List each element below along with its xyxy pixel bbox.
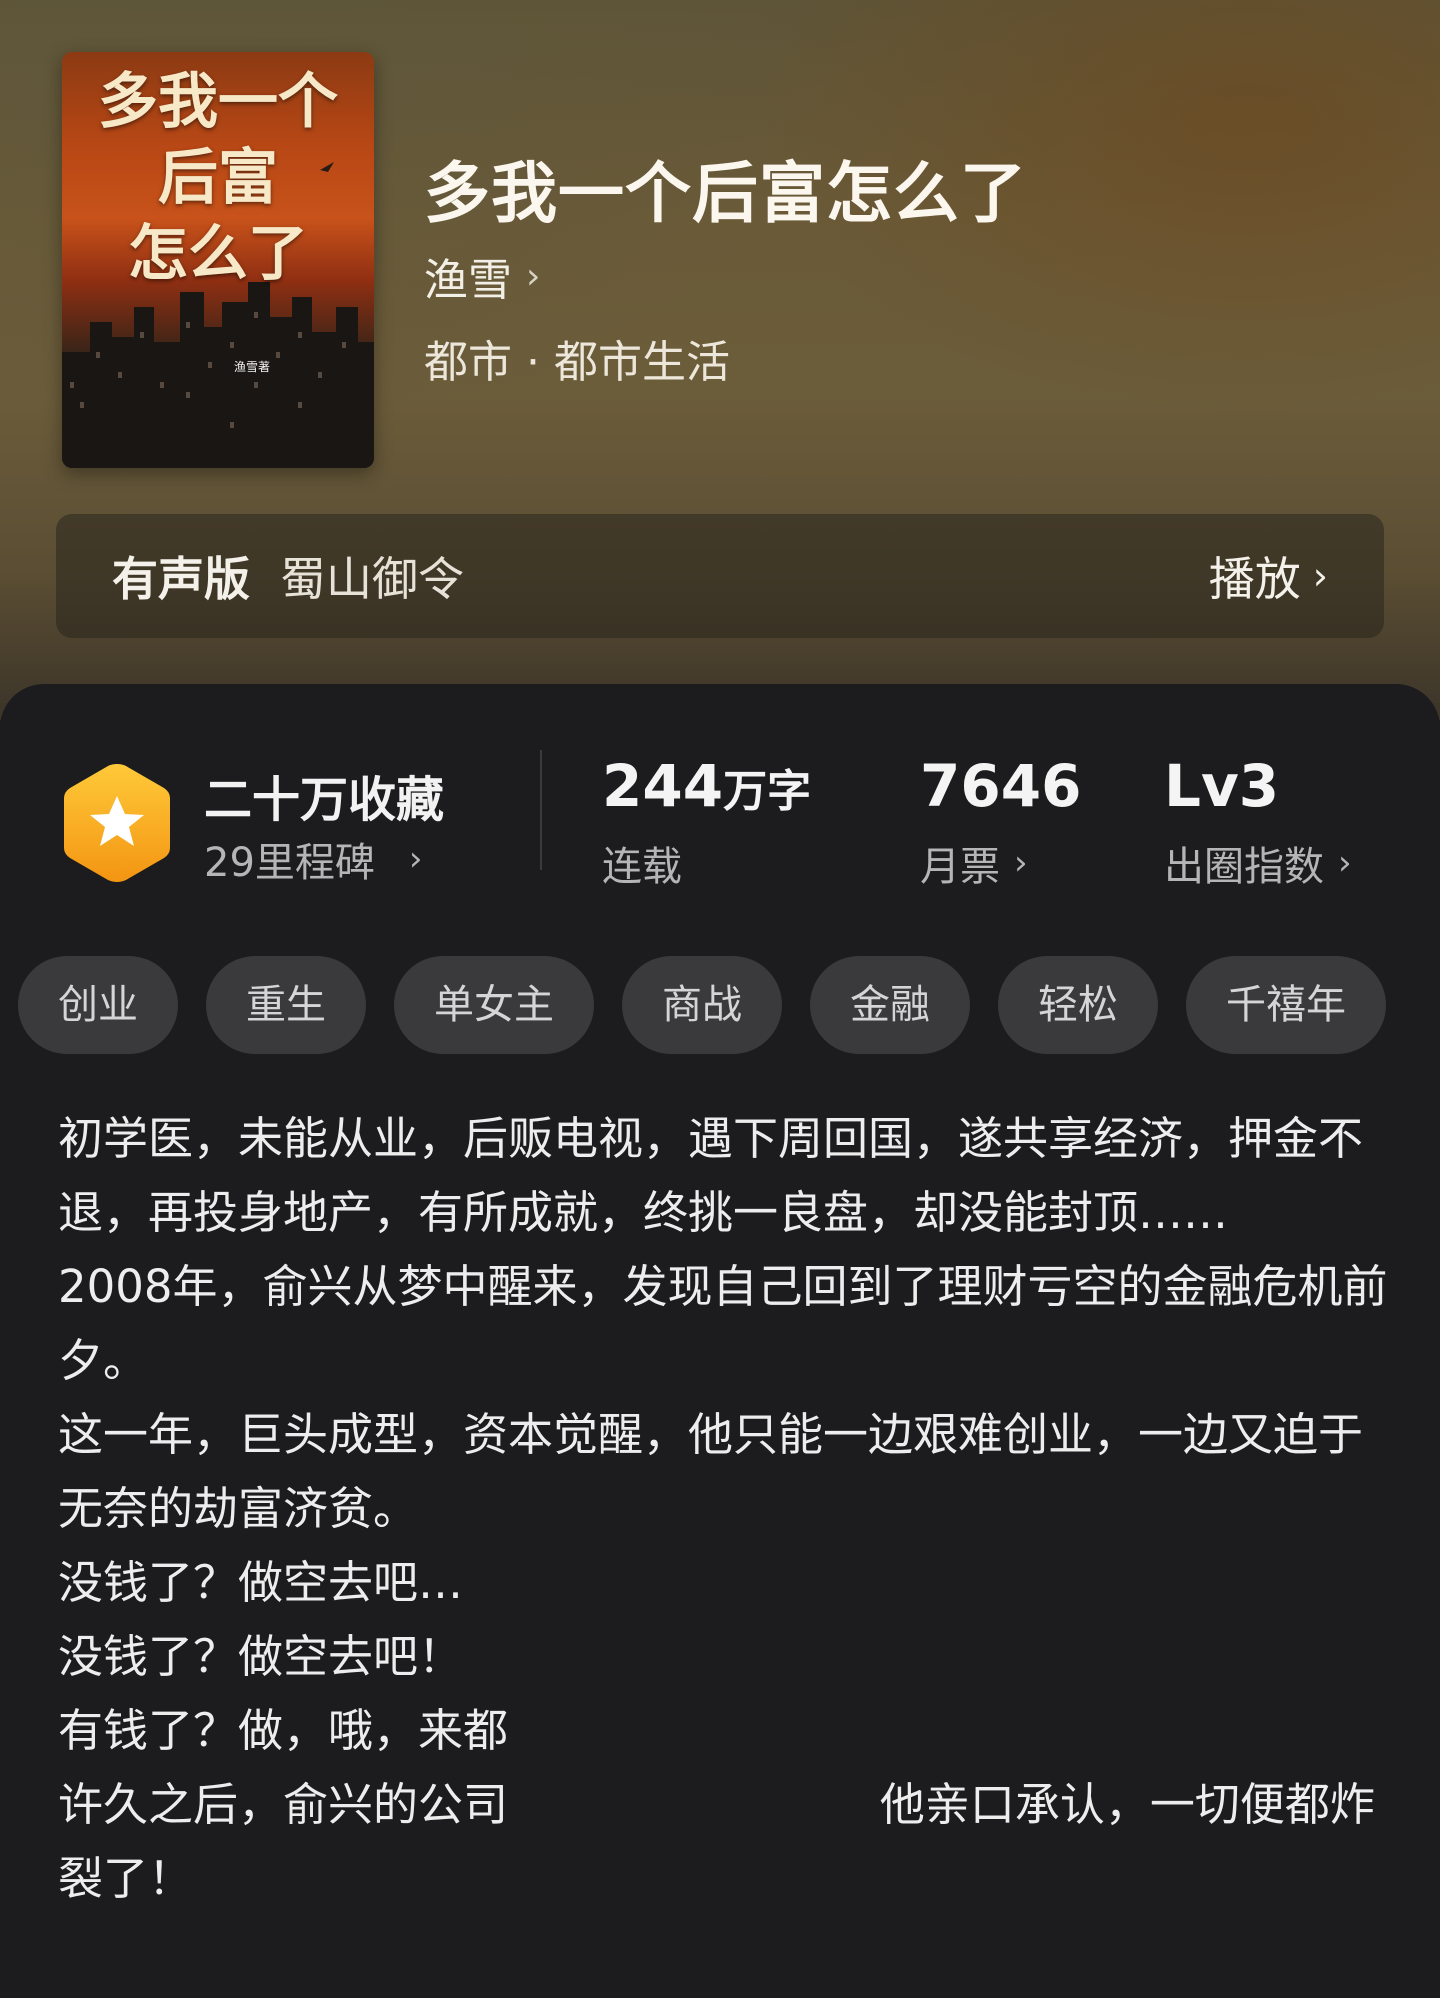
tag-chip[interactable]: 重生 (206, 956, 366, 1054)
synopsis[interactable]: 初学医，未能从业，后贩电视，遇下周回国，遂共享经济，押金不退，再投身地产，有所成… (58, 1102, 1388, 1916)
chevron-right-icon: › (1312, 554, 1328, 598)
serial-status: 连载 (602, 834, 682, 892)
tag-chip[interactable]: 单女主 (394, 956, 594, 1054)
book-title: 多我一个后富怎么了 (424, 155, 1027, 232)
milestone-link[interactable]: 29里程碑 › (204, 830, 423, 888)
word-count-unit: 万字 (723, 766, 812, 817)
synopsis-paragraph: 没钱了？做空去吧… (58, 1556, 464, 1609)
cover-author-mark: 渔雪著 (234, 360, 271, 374)
collection-title: 二十万收藏 (204, 772, 445, 828)
milestone-label: 29里程碑 (204, 840, 375, 886)
book-detail-panel: 二十万收藏 29里程碑 › 244万字 连载 7646 月票 › Lv3 出圈指… (0, 684, 1440, 1998)
audio-version-label: 有声版 (112, 552, 250, 606)
breakout-index-value: Lv3 (1164, 752, 1280, 820)
tag-chip[interactable]: 轻松 (998, 956, 1158, 1054)
book-header: 多我一个 后富 怎么了 渔雪著 多我一个后富怎么了 渔雪 › 都市 · 都市生活… (0, 0, 1440, 720)
tag-chip[interactable]: 创业 (18, 956, 178, 1054)
author-link[interactable]: 渔雪 › (424, 246, 540, 306)
stats-divider (540, 750, 542, 870)
word-count: 244万字 (602, 752, 811, 820)
chevron-right-icon: › (408, 839, 423, 879)
cover-title-line-2: 后富 (158, 143, 278, 213)
author-name: 渔雪 (424, 255, 512, 306)
serial-status-label: 连载 (602, 844, 682, 890)
chevron-right-icon: › (1338, 843, 1352, 883)
tag-chip[interactable]: 商战 (622, 956, 782, 1054)
synopsis-paragraph: 2008年，俞兴从梦中醒来，发现自己回到了理财亏空的金融危机前夕。 (58, 1260, 1388, 1387)
genre-label: 都市 · 都市生活 (424, 337, 730, 388)
cover-title-line-3: 怎么了 (128, 219, 308, 289)
chevron-right-icon: › (526, 255, 541, 297)
monthly-ticket-count: 7646 (920, 752, 1082, 820)
synopsis-paragraph: 初学医，未能从业，后贩电视，遇下周回国，遂共享经济，押金不退，再投身地产，有所成… (58, 1112, 1364, 1239)
word-count-value: 244 (602, 752, 724, 820)
play-label: 播放 (1208, 552, 1301, 606)
monthly-ticket-link[interactable]: 月票 › (920, 834, 1028, 892)
synopsis-paragraph: 有钱了？做，哦，来都 (58, 1704, 509, 1757)
stats-row: 二十万收藏 29里程碑 › 244万字 连载 7646 月票 › Lv3 出圈指… (0, 684, 1440, 914)
tag-chip[interactable]: 千禧年 (1186, 956, 1386, 1054)
tag-chip[interactable]: 金融 (810, 956, 970, 1054)
synopsis-paragraph: 没钱了？做空去吧！ (58, 1630, 464, 1683)
audio-version-bar[interactable]: 有声版 蜀山御令 播放 › (56, 514, 1384, 638)
monthly-ticket-label: 月票 (920, 844, 1000, 890)
cover-title: 多我一个 后富 怎么了 (62, 64, 374, 292)
book-cover[interactable]: 多我一个 后富 怎么了 渔雪著 (62, 52, 374, 468)
breakout-index-label: 出圈指数 (1164, 844, 1324, 890)
breakout-index-link[interactable]: 出圈指数 › (1164, 834, 1352, 892)
audio-narrator: 蜀山御令 (280, 552, 464, 606)
star-hexagon-icon (64, 764, 170, 882)
synopsis-paragraph: 这一年，巨头成型，资本觉醒，他只能一边艰难创业，一边又迫于无奈的劫富济贫。 (58, 1408, 1364, 1535)
cover-title-line-1: 多我一个 (98, 67, 338, 137)
play-button[interactable]: 播放 › (1209, 514, 1328, 638)
chevron-right-icon: › (1014, 843, 1028, 883)
tag-list: 创业 重生 单女主 商战 金融 轻松 千禧年 (18, 956, 1440, 1054)
synopsis-paragraph: 许久之后，俞兴的公司 他亲口承认，一切便都炸裂了！ (58, 1778, 1375, 1905)
